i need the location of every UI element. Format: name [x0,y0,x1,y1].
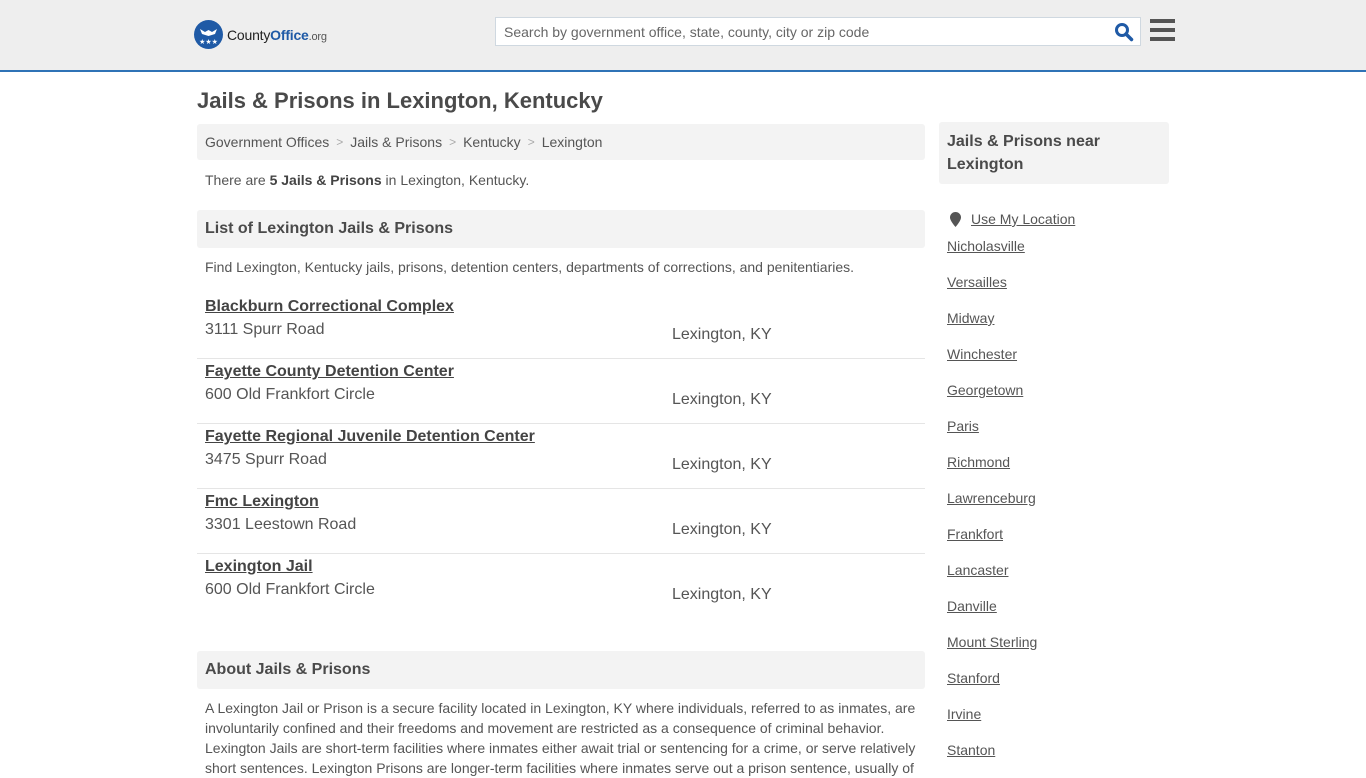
breadcrumb-separator: > [449,135,457,149]
nearby-link-nicholasville[interactable]: Nicholasville [947,237,1161,273]
nearby-link-paris[interactable]: Paris [947,417,1161,453]
facility-address: 3301 Leestown Road [205,516,357,533]
nearby-link-mount-sterling[interactable]: Mount Sterling [947,633,1161,669]
facility-city: Lexington, KY [672,586,772,603]
nearby-link-danville[interactable]: Danville [947,597,1161,633]
nearby-link-lancaster[interactable]: Lancaster [947,561,1161,597]
facility-list: Blackburn Correctional Complex 3111 Spur… [197,294,925,619]
nearby-link-georgetown[interactable]: Georgetown [947,381,1161,417]
site-logo[interactable]: ★★★ CountyOffice.org [194,20,327,49]
facility-link[interactable]: Lexington Jail [205,558,313,576]
nearby-link-stanton[interactable]: Stanton [947,741,1161,777]
facility-address: 3475 Spurr Road [205,451,327,468]
nearby-link-winchester[interactable]: Winchester [947,345,1161,381]
nearby-link-frankfort[interactable]: Frankfort [947,525,1161,561]
breadcrumb: Government Offices > Jails & Prisons > Ken… [197,124,925,160]
nearby-link-lawrenceburg[interactable]: Lawrenceburg [947,489,1161,525]
list-item: Lexington Jail 600 Old Frankfort Circle … [197,554,925,619]
nearby-link-richmond[interactable]: Richmond [947,453,1161,489]
list-item: Blackburn Correctional Complex 3111 Spur… [197,294,925,359]
logo-text: CountyOffice.org [227,26,327,43]
svg-text:★★★: ★★★ [199,38,218,46]
nearby-link-stanford[interactable]: Stanford [947,669,1161,705]
breadcrumb-separator: > [336,135,344,149]
facility-city: Lexington, KY [672,521,772,538]
list-description: Find Lexington, Kentucky jails, prisons,… [205,259,855,275]
use-my-location-link[interactable]: Use My Location [947,201,1161,237]
breadcrumb-lexington[interactable]: Lexington [542,134,603,150]
nearby-link-versailles[interactable]: Versailles [947,273,1161,309]
facility-address: 600 Old Frankfort Circle [205,581,375,598]
facility-city: Lexington, KY [672,391,772,408]
breadcrumb-jails-prisons[interactable]: Jails & Prisons [350,134,442,150]
nearby-link-midway[interactable]: Midway [947,309,1161,345]
sidebar: Jails & Prisons near Lexington Use My Lo… [939,122,1169,777]
facility-link[interactable]: Fayette Regional Juvenile Detention Cent… [205,428,535,446]
eagle-stars-logo-icon: ★★★ [194,20,223,49]
main-content: Government Offices > Jails & Prisons > Ken… [197,124,925,778]
search-box [495,17,1141,46]
breadcrumb-government-offices[interactable]: Government Offices [205,134,329,150]
result-count: There are 5 Jails & Prisons in Lexington… [205,172,530,188]
sidebar-heading: Jails & Prisons near Lexington [939,122,1169,184]
about-text: A Lexington Jail or Prison is a secure f… [205,700,916,776]
nearby-link-irvine[interactable]: Irvine [947,705,1161,741]
hamburger-menu-icon[interactable] [1150,19,1175,41]
map-pin-icon [950,211,961,227]
facility-city: Lexington, KY [672,326,772,343]
search-input[interactable] [496,18,1096,45]
page-title: Jails & Prisons in Lexington, Kentucky [197,88,603,113]
facility-link[interactable]: Blackburn Correctional Complex [205,298,454,316]
site-header: ★★★ CountyOffice.org [0,0,1366,72]
facility-city: Lexington, KY [672,456,772,473]
facility-address: 600 Old Frankfort Circle [205,386,375,403]
about-heading: About Jails & Prisons [197,651,925,689]
facility-address: 3111 Spurr Road [205,321,325,338]
breadcrumb-kentucky[interactable]: Kentucky [463,134,521,150]
use-my-location-label: Use My Location [971,211,1076,227]
list-item: Fmc Lexington 3301 Leestown Road Lexingt… [197,489,925,554]
facility-link[interactable]: Fayette County Detention Center [205,363,454,381]
nearby-list: Use My Location Nicholasville Versailles… [939,184,1169,777]
search-icon[interactable] [1114,22,1134,42]
list-item: Fayette Regional Juvenile Detention Cent… [197,424,925,489]
breadcrumb-separator: > [527,135,535,149]
list-item: Fayette County Detention Center 600 Old … [197,359,925,424]
facility-link[interactable]: Fmc Lexington [205,493,319,511]
list-heading: List of Lexington Jails & Prisons [197,210,925,248]
